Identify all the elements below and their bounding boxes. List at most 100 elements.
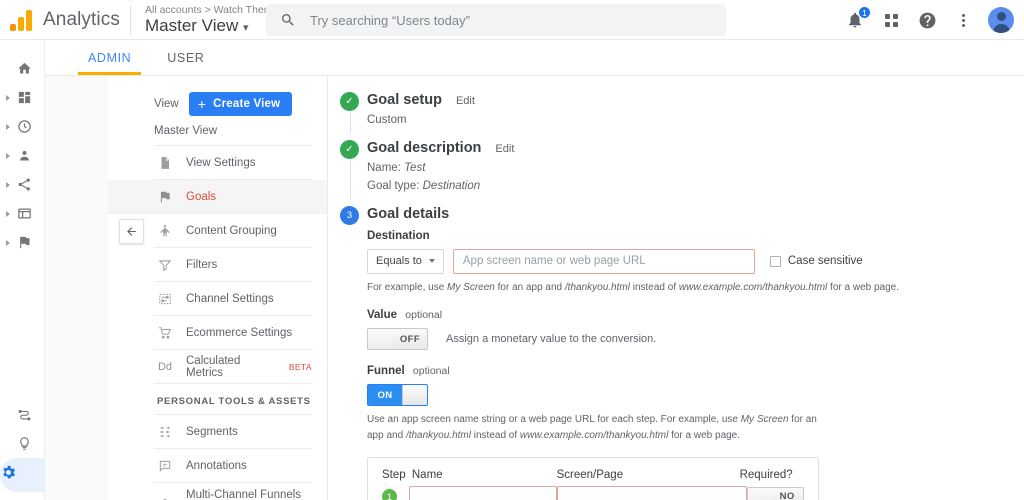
rail-item-admin[interactable] [0,458,45,492]
funnel-label-text: Funnel [367,365,405,378]
search-input[interactable]: Try searching “Users today” [266,4,726,36]
flag-icon [157,189,173,205]
sidebar-item-label: Content Grouping [186,224,277,237]
brand-area[interactable]: Analytics [0,9,128,31]
rail-item-conversions[interactable] [0,228,44,257]
expand-arrow-icon [6,152,10,159]
avatar[interactable] [988,7,1014,33]
tab-user[interactable]: USER [149,40,222,75]
funnel-hint-4: for a web page. [668,429,741,441]
value-label-text: Value [367,309,398,322]
apps-grid-icon[interactable] [880,9,902,31]
top-icon-group: 1 [844,0,1014,40]
create-view-button[interactable]: + Create View [188,92,293,116]
bell-icon[interactable]: 1 [844,6,871,31]
rail-item-discover[interactable] [0,429,45,458]
collapse-sidebar-button[interactable] [119,219,144,244]
value-toggle-row: OFF Assign a monetary value to the conve… [367,328,1024,351]
destination-hint: For example, use My Screen for an app an… [367,280,1024,296]
sidebar-item-calculated-metrics[interactable]: Dd Calculated Metrics BETA [154,350,312,384]
case-sensitive-checkbox[interactable] [769,255,781,267]
match-type-select[interactable]: Equals to [367,248,444,274]
view-scope-header: View + Create View [108,84,327,122]
brand-label: Analytics [43,8,120,30]
sidebar-item-goals[interactable]: Goals [108,180,327,214]
value-note: Assign a monetary value to the conversio… [446,333,657,346]
help-icon[interactable] [916,9,938,31]
rail-item-behavior[interactable] [0,199,44,228]
goal-name-label: Name: [367,162,401,175]
document-icon [157,155,173,171]
step-complete-icon: ✓ [340,92,359,111]
sidebar-item-view-settings[interactable]: View Settings [154,146,312,180]
step-title-label: Goal details [367,205,450,222]
funnel-toggle[interactable]: ON [367,384,428,407]
person-icon [16,147,33,164]
sidebar-item-filters[interactable]: Filters [154,248,312,282]
goal-type-row: Goal type: Destination [367,178,1024,195]
column-step: Step [382,469,406,482]
clock-icon [16,118,33,135]
funnel-step-name-input[interactable] [408,486,557,500]
value-toggle[interactable]: OFF [367,328,428,351]
sidebar-item-channel-settings[interactable]: Channel Settings [154,282,312,316]
rail-item-home[interactable] [0,54,44,83]
goal-type-label: Goal type: [367,179,420,192]
window-icon [16,205,33,222]
sidebar-item-label: Annotations [186,459,247,472]
case-sensitive-group[interactable]: Case sensitive [769,255,863,267]
content-grouping-icon [157,223,173,239]
more-vert-icon[interactable] [952,9,974,31]
home-icon [16,60,33,77]
step-badge: 1 [382,489,397,500]
funnel-step-page-input[interactable] [556,486,747,500]
tab-admin[interactable]: ADMIN [70,40,149,75]
bar-chart-icon [157,495,173,500]
step-number-badge: 3 [340,205,359,225]
funnel-optional-tag: optional [412,365,450,378]
step-title-label: Goal setup [367,92,442,108]
flag-icon [16,234,33,251]
sidebar-item-content-grouping[interactable]: Content Grouping [154,214,312,248]
required-toggle-state: NO [771,487,803,500]
rail-item-audience[interactable] [0,141,44,170]
destination-input[interactable]: App screen name or web page URL [452,248,755,274]
goal-description-values: Name: Test Goal type: Destination [367,160,1024,195]
tab-admin-label: ADMIN [88,50,132,65]
hint-text-3: instead of [629,281,679,293]
goal-description-title: Goal description Edit [367,140,1024,156]
rail-item-realtime[interactable] [0,112,44,141]
rail-item-customization[interactable] [0,83,44,112]
funnel-steps-table: Step Name Screen/Page Required? 1 NO [367,457,819,500]
rail-item-acquisition[interactable] [0,170,44,199]
goal-description-edit-link[interactable]: Edit [495,143,514,155]
sidebar-item-label: Multi-Channel Funnels Settings [186,489,302,500]
goal-details-title: Goal details [367,206,1024,222]
sidebar-item-annotations[interactable]: Annotations [154,449,312,483]
sidebar-item-ecommerce-settings[interactable]: Ecommerce Settings [154,316,312,350]
current-view-name: Master View [154,125,218,137]
hint-text-2: for an app and [494,281,565,293]
sidebar-item-multi-channel-funnels-settings[interactable]: Multi-Channel Funnels Settings [154,483,312,500]
goal-setup-edit-link[interactable]: Edit [456,95,475,107]
expand-arrow-icon [6,94,10,101]
funnel-step-page-cell [556,486,747,500]
rail-item-attribution[interactable] [0,400,45,429]
admin-tabs: ADMIN USER [45,40,1024,76]
search-icon [282,14,294,26]
destination-row: Equals to App screen name or web page UR… [367,248,1024,274]
top-bar: Analytics All accounts > Watch Them Live… [0,0,1024,40]
sidebar-item-label: Goals [186,190,217,203]
gear-icon [0,464,17,486]
goal-setup-value: Custom [367,114,407,126]
annotations-icon [157,458,173,474]
sidebar-item-segments[interactable]: Segments [154,415,312,449]
value-label: Value optional [367,309,1024,321]
column-required: Required? [739,469,793,482]
chevron-down-icon [428,259,435,264]
hint-italic-2: /thankyou.html [564,281,630,293]
funnel-step-required-toggle[interactable]: NO [746,486,804,500]
sidebar-item-label: View Settings [186,156,256,169]
destination-placeholder: App screen name or web page URL [462,255,646,268]
cart-icon [157,325,173,341]
